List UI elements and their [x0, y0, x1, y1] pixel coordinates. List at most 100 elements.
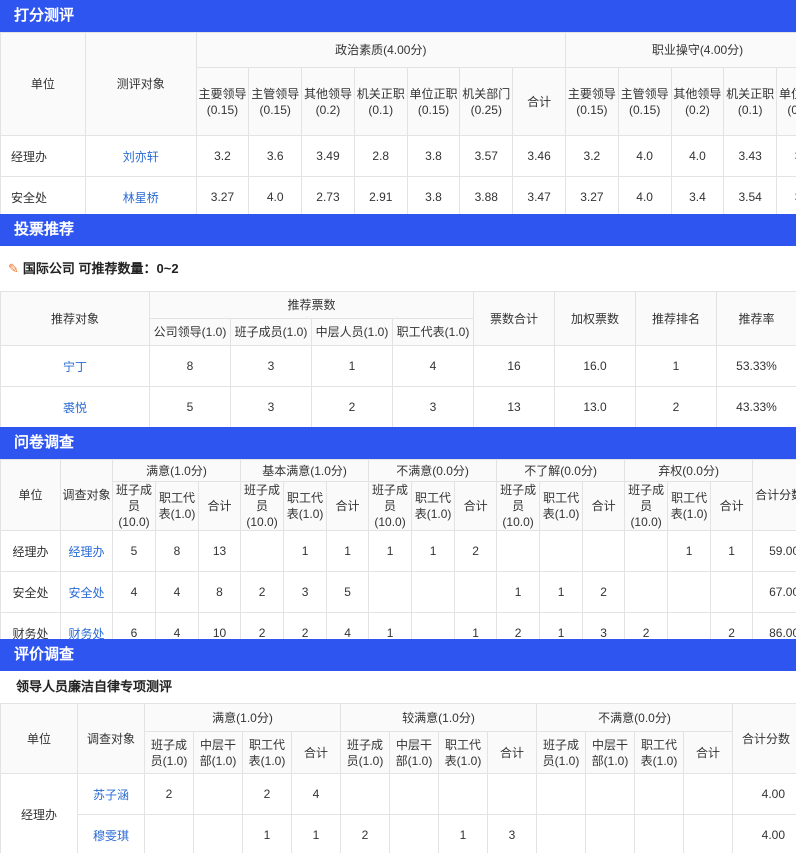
target-cell: 宁丁 [0, 345, 150, 387]
score-cell: 3.8 [406, 135, 461, 177]
target-link[interactable]: 刘亦轩 [123, 150, 159, 164]
col-sub-header: 合计 [291, 731, 341, 774]
target-cell: 穆雯琪 [77, 814, 145, 853]
survey-table-container: 单位 调查对象 满意(1.0分) 基本满意(1.0分) 不满意(0.0分) 不了解(0… [0, 459, 796, 639]
count-cell: 2 [496, 612, 541, 639]
rank-cell: 2 [635, 386, 718, 428]
count-cell: 2 [283, 612, 328, 639]
col-ethics-sub: 其他领导(0.2) [670, 67, 725, 136]
vote-cell: 3 [230, 386, 312, 428]
score-cell: 3.46 [512, 135, 566, 177]
group-votes-header: 推荐票数 [148, 291, 475, 319]
col-sub-header: 职工代表(1.0) [634, 731, 684, 774]
target-cell: 经理办 [60, 530, 113, 572]
col-ethics-sub: 单位正职(0.15) [776, 67, 796, 136]
col-ethics-sub: 机关正职(0.1) [723, 67, 778, 136]
col-sub-header: 班子成员(1.0) [144, 731, 194, 774]
score-cell: 3.49 [301, 135, 355, 177]
count-cell [624, 571, 669, 613]
count-cell: 5 [112, 530, 156, 572]
count-cell [389, 814, 439, 853]
count-cell: 2 [710, 612, 754, 639]
vote-cell: 1 [311, 345, 393, 387]
col-sub-header: 合计 [326, 481, 370, 531]
count-cell [667, 571, 712, 613]
count-cell [585, 814, 635, 853]
target-link[interactable]: 苏子涵 [93, 788, 129, 802]
col-survey-unit: 单位 [0, 459, 61, 531]
count-cell: 2 [454, 530, 498, 572]
col-votes-sub: 公司领导(1.0) [149, 318, 231, 346]
count-cell: 6 [112, 612, 156, 639]
col-recommend-target: 推荐对象 [0, 291, 150, 346]
col-ethics-sub: 主管领导(0.15) [617, 67, 672, 136]
target-link[interactable]: 林星桥 [123, 191, 159, 205]
col-sub-header: 职工代表(1.0) [539, 481, 584, 531]
count-cell: 4 [155, 612, 199, 639]
target-link[interactable]: 财务处 [68, 627, 104, 640]
count-cell [667, 612, 712, 639]
group-header: 不了解(0.0分) [496, 459, 626, 482]
group-header: 不满意(0.0分) [368, 459, 498, 482]
target-cell: 裘悦 [0, 386, 150, 428]
col-sub-header: 职工代表(1.0) [155, 481, 199, 531]
count-cell [193, 773, 243, 815]
scoring-table: 单位 测评对象 政治素质(4.00分) 职业操守(4.00分) 主要领导(0.1… [0, 32, 796, 214]
table-row: 经理办 苏子涵 2 2 4 4.00 [0, 773, 796, 853]
col-votes-sub: 班子成员(1.0) [230, 318, 312, 346]
section-evaluation-header: 评价调查 [0, 639, 796, 671]
target-link[interactable]: 安全处 [68, 586, 104, 600]
col-sub-header: 班子成员(1.0) [536, 731, 586, 774]
col-sub-header: 中层干部(1.0) [193, 731, 243, 774]
target-link[interactable]: 穆雯琪 [93, 829, 129, 843]
count-cell [582, 530, 626, 572]
section-survey-title: 问卷调查 [14, 434, 75, 451]
count-cell: 2 [240, 571, 285, 613]
col-sub-header: 中层干部(1.0) [389, 731, 439, 774]
target-cell: 刘亦轩 [84, 135, 197, 177]
group-ethics-header: 职业操守(4.00分) [565, 32, 796, 68]
target-cell: 财务处 [60, 612, 113, 640]
col-political-sub: 其他领导(0.2) [301, 67, 355, 136]
col-sub-header: 班子成员(10.0) [496, 481, 541, 531]
col-sub-header: 职工代表(1.0) [411, 481, 456, 531]
score-cell: 3.4 [670, 176, 725, 214]
table-row: 裘悦 5 3 2 3 13 13.0 2 43.33% [0, 386, 796, 428]
target-link[interactable]: 经理办 [68, 545, 104, 559]
rate-cell: 53.33% [716, 345, 796, 387]
score-cell: 2.91 [353, 176, 408, 214]
count-cell: 13 [197, 530, 242, 572]
count-cell: 5 [326, 571, 370, 613]
count-cell [487, 773, 537, 815]
col-total-score: 合计分数 [732, 703, 796, 774]
col-political-sub: 机关部门(0.25) [459, 67, 514, 136]
score-cell: 3.8 [776, 176, 796, 214]
evaluation-table: 单位 调查对象 满意(1.0分) 较满意(1.0分) 不满意(0.0分) 合计分数 班… [0, 703, 796, 853]
count-cell: 1 [454, 612, 498, 639]
vote-cell: 3 [391, 386, 475, 428]
count-cell: 1 [326, 530, 370, 572]
target-link[interactable]: 裘悦 [63, 401, 87, 415]
count-cell: 2 [144, 773, 194, 815]
target-cell: 苏子涵 [77, 773, 145, 815]
count-cell: 4 [291, 773, 341, 815]
col-target-header: 测评对象 [84, 32, 197, 136]
count-cell: 1 [291, 814, 341, 853]
col-sub-header: 班子成员(1.0) [340, 731, 390, 774]
weighted-cell: 13.0 [554, 386, 637, 428]
score-cell: 3.54 [723, 176, 778, 214]
count-cell: 1 [710, 530, 754, 572]
count-cell: 2 [624, 612, 669, 639]
count-cell [411, 612, 456, 639]
col-sub-header: 合计 [710, 481, 754, 531]
table-row: 经理办 刘亦轩 3.2 3.6 3.49 2.8 3.8 3.57 3.46 3.2 4.0 4.0 3… [0, 135, 796, 177]
count-cell: 2 [582, 571, 626, 613]
col-political-sub: 合计 [512, 67, 566, 136]
target-link[interactable]: 宁丁 [63, 360, 87, 374]
unit-cell: 财务处 [0, 612, 61, 639]
count-cell: 10 [197, 612, 242, 639]
col-unit-header: 单位 [0, 32, 86, 136]
group-header: 满意(1.0分) [111, 459, 242, 482]
scoring-table-container: 单位 测评对象 政治素质(4.00分) 职业操守(4.00分) 主要领导(0.1… [0, 32, 796, 214]
vote-cell: 4 [391, 345, 475, 387]
